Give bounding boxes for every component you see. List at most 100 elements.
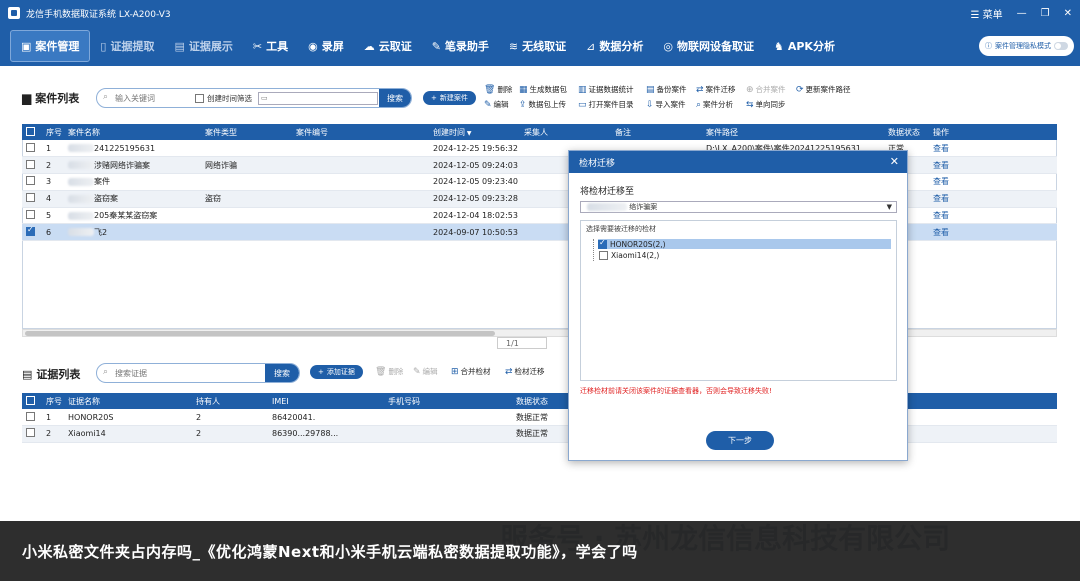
case-toolbar-toolbar_row1-1[interactable]: ▦ 生成数据包 [519, 84, 567, 95]
evidence-toolbar-2[interactable]: ⊞ 合并检材 [451, 366, 491, 377]
case-col-3: 案件编号 [292, 124, 429, 140]
evidence-toolbar-0[interactable]: 🗑 删除 [375, 366, 403, 377]
case-toolbar-toolbar_row1-5[interactable]: ⊕ 合并案件 [746, 84, 786, 95]
add-evidence-button[interactable]: + 添加证据 [310, 365, 363, 379]
case-toolbar-toolbar_row1-4[interactable]: ⇄ 案件迁移 [696, 84, 736, 95]
case-name: 盗窃案 [64, 190, 201, 208]
dialog-close-icon[interactable]: ✕ [890, 155, 899, 168]
search-icon: ⌕ [103, 367, 109, 377]
nav-icon: ◎ [663, 39, 673, 53]
case-search-input[interactable] [97, 89, 189, 107]
row-checkbox[interactable] [26, 159, 35, 169]
case-toolbar-toolbar_row1-3[interactable]: ▤ 备份案件 [646, 84, 687, 95]
row-checkbox[interactable] [26, 193, 35, 203]
evidence-toolbar-1[interactable]: ✎ 编辑 [413, 366, 438, 377]
menu-button[interactable]: ☰ 菜单 [970, 6, 1002, 21]
toolbar-icon: ⇄ [696, 84, 704, 95]
nav-tab-7[interactable]: ≋ 无线取证 [499, 30, 576, 62]
row-checkbox[interactable] [26, 176, 35, 186]
time-filter-checkbox[interactable] [195, 93, 204, 103]
minimize-icon[interactable]: — [1017, 8, 1027, 19]
nav-tab-10[interactable]: ♞ APK分析 [764, 30, 845, 62]
select-all-checkbox[interactable] [26, 126, 35, 136]
privacy-mode-toggle[interactable]: ⓘ 案件管理隐私模式 [979, 36, 1074, 56]
evidence-search-bar: ⌕ 搜索 [96, 363, 300, 383]
nav-tab-0[interactable]: ▣ 案件管理 [10, 30, 91, 62]
evidence-search-button[interactable]: 搜索 [265, 364, 299, 382]
nav-icon: ◉ [308, 39, 318, 53]
view-link[interactable]: 查看 [933, 177, 949, 186]
row-checkbox[interactable] [26, 428, 35, 438]
toolbar-icon: ⇪ [519, 99, 527, 110]
case-col-4[interactable]: 创建时间 ▼ [429, 124, 520, 140]
case-toolbar-toolbar_row1-0[interactable]: 🗑 删除 [484, 84, 512, 95]
next-button[interactable]: 下一步 [706, 431, 774, 450]
sort-desc-icon[interactable]: ▼ [465, 130, 472, 137]
case-name: 飞2 [64, 223, 201, 242]
select-all-cell[interactable] [22, 124, 42, 140]
nav-tab-4[interactable]: ◉ 录屏 [298, 30, 354, 62]
plus-icon: + [431, 94, 437, 102]
case-name: 205秦某某盗窃案 [64, 207, 201, 225]
tree-node[interactable]: HONOR20S(2,) [598, 238, 891, 249]
view-link[interactable]: 查看 [933, 228, 949, 237]
case-toolbar-toolbar_row2-4[interactable]: ⌕ 案件分析 [696, 99, 733, 110]
nav-icon: ♞ [773, 39, 784, 53]
view-link[interactable]: 查看 [933, 194, 949, 203]
nav-tab-2[interactable]: ▤ 证据展示 [164, 30, 242, 62]
nav-tab-9[interactable]: ◎ 物联网设备取证 [653, 30, 764, 62]
nav-label: 数据分析 [599, 40, 644, 53]
restore-icon[interactable]: ❐ [1041, 8, 1050, 19]
view-link[interactable]: 查看 [933, 144, 949, 153]
case-toolbar-toolbar_row2-5[interactable]: ⇆ 单向同步 [746, 99, 786, 110]
case-toolbar-toolbar_row2-0[interactable]: ✎ 编辑 [484, 99, 509, 110]
row-checkbox[interactable] [26, 225, 35, 236]
view-link[interactable]: 查看 [933, 161, 949, 170]
node-checkbox[interactable] [599, 250, 608, 260]
nav-label: 物联网设备取证 [676, 40, 754, 53]
nav-tab-8[interactable]: ⊿ 数据分析 [576, 30, 653, 62]
nav-tab-5[interactable]: ☁ 云取证 [354, 30, 422, 62]
nav-tab-6[interactable]: ✎ 笔录助手 [422, 30, 499, 62]
nav-label: 录屏 [321, 40, 344, 53]
toggle-switch[interactable] [1054, 42, 1068, 50]
select-all-checkbox[interactable] [26, 395, 35, 405]
dropdown-arrow-icon: ▼ [886, 203, 892, 211]
evidence-search-input[interactable] [97, 364, 247, 382]
select-all-cell[interactable] [22, 393, 42, 409]
created-time: 2024-12-04 18:02:53 [429, 207, 520, 225]
title-bar: 龙信手机数据取证系统 LX-A200-V3 ☰ 菜单 — ❐ ✕ [0, 0, 1080, 26]
new-case-button[interactable]: + 新建案件 [423, 91, 476, 105]
toolbar-icon: ✎ [413, 366, 421, 377]
view-link[interactable]: 查看 [933, 211, 949, 220]
case-toolbar-toolbar_row2-3[interactable]: ⇩ 导入案件 [646, 99, 686, 110]
phone-number [384, 425, 512, 443]
evidence-col-3: IMEI [268, 393, 384, 409]
row-checkbox[interactable] [26, 210, 35, 220]
nav-label: 证据展示 [188, 40, 233, 53]
case-col-7: 案件路径 [702, 124, 884, 140]
scroll-thumb[interactable] [25, 331, 495, 336]
date-range-field[interactable]: ▭ [258, 91, 378, 105]
node-checkbox[interactable] [598, 238, 607, 249]
case-toolbar-toolbar_row1-2[interactable]: ▥ 证据数据统计 [578, 84, 634, 95]
evidence-col-2: 持有人 [192, 393, 268, 409]
evidence-tree: 选择需要被迁移的检材 HONOR20S(2,)Xiaomi14(2,) [580, 220, 897, 381]
close-icon[interactable]: ✕ [1064, 8, 1072, 19]
case-toolbar-toolbar_row2-2[interactable]: ▭ 打开案件目录 [578, 99, 634, 110]
tree-node[interactable]: Xiaomi14(2,) [599, 250, 659, 260]
case-search-button[interactable]: 搜索 [379, 89, 411, 107]
case-toolbar-toolbar_row1-6[interactable]: ⟳ 更新案件路径 [796, 84, 851, 95]
nav-tab-1[interactable]: ▯ 证据提取 [90, 30, 164, 62]
case-toolbar-toolbar_row2-1[interactable]: ⇪ 数据包上传 [519, 99, 566, 110]
case-search-bar: ⌕ 创建时间筛选 ▭ 搜索 [96, 88, 412, 108]
nav-icon: ✂ [252, 39, 263, 53]
target-case-select[interactable]: 络诈骗案 ▼ [580, 201, 897, 213]
imei: 86390...29788... [268, 425, 384, 443]
case-pager[interactable]: 1/1 [497, 337, 547, 349]
nav-tab-3[interactable]: ✂ 工具 [243, 30, 298, 62]
evidence-toolbar-3[interactable]: ⇄ 检材迁移 [505, 366, 545, 377]
row-checkbox[interactable] [26, 142, 35, 152]
dialog-title: 检材迁移 [579, 158, 616, 169]
row-checkbox[interactable] [26, 411, 35, 421]
